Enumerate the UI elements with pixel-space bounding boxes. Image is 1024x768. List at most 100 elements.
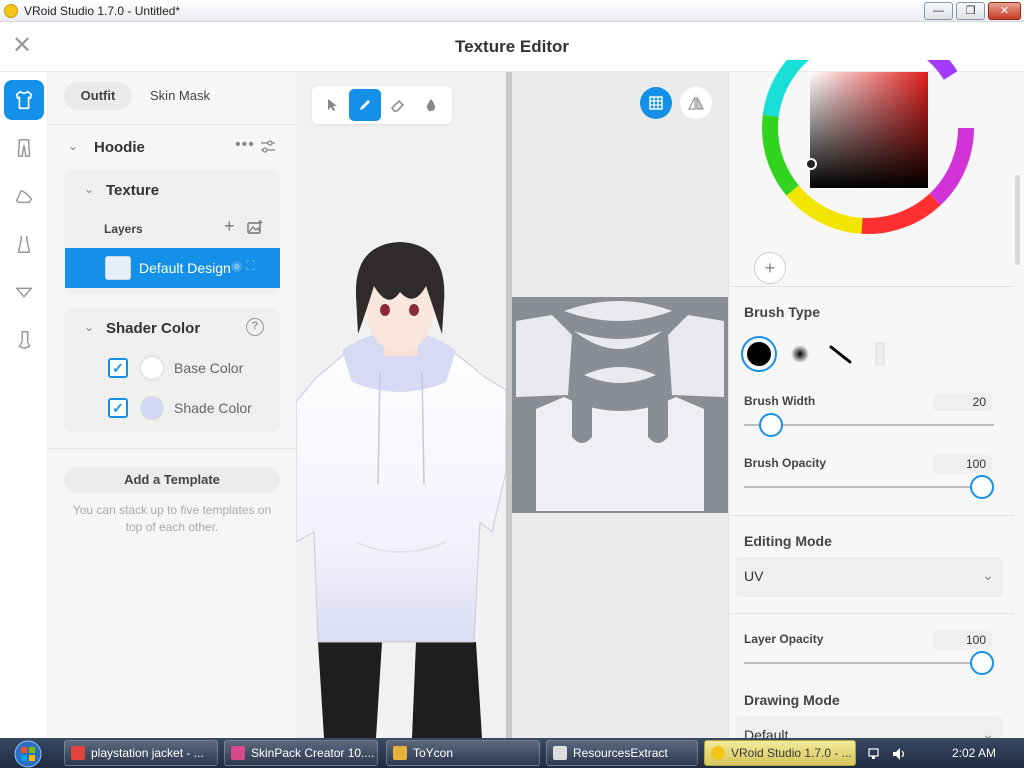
window-titlebar: VRoid Studio 1.7.0 - Untitled* — ❐ ✕ [0,0,1024,22]
cursor-icon [328,99,337,111]
add-template-button[interactable]: Add a Template [64,466,280,494]
layer-opacity-input[interactable]: 100 [934,631,992,649]
chevron-down-icon[interactable]: ⌄ [68,139,78,153]
start-button[interactable] [8,740,48,768]
window-close-button[interactable]: ✕ [988,2,1021,20]
rail-item-shoes[interactable] [4,176,44,216]
chevron-down-icon: ⌄ [982,567,994,583]
shade-color-checkbox[interactable]: ✓ [108,398,128,418]
droplet-icon [426,99,435,112]
brush-line-button[interactable] [822,336,858,372]
brush-hard-button[interactable] [741,336,777,372]
shade-color-swatch[interactable] [140,396,164,420]
tab-outfit[interactable]: Outfit [64,82,132,110]
toycon-icon [393,746,407,760]
resources-icon [553,746,567,760]
color-wheel-picker[interactable] [760,60,980,240]
layers-panel: Outfit Skin Mask ⌄ Hoodie ••• ⌄ Texture … [48,72,296,738]
rail-item-tops[interactable] [4,80,44,120]
select-tool-button[interactable] [316,89,348,121]
rail-item-socks[interactable] [4,320,44,360]
minimize-button[interactable]: — [924,2,953,20]
eraser-icon [391,99,405,112]
vroid-icon [711,746,725,760]
add-color-button[interactable]: + [754,252,786,284]
shade-color-label: Shade Color [174,400,252,416]
help-icon[interactable]: ? [246,318,264,336]
item-header-hoodie[interactable]: ⌄ Hoodie ••• [64,136,284,160]
grid-icon [649,96,663,110]
chevron-down-icon[interactable]: ⌄ [84,320,94,334]
template-note: You can stack up to five templates on to… [72,503,272,534]
base-color-swatch[interactable] [140,356,164,380]
rail-item-accessory[interactable] [4,272,44,312]
add-layer-icon[interactable]: + [224,216,235,237]
uv-texture-image[interactable] [512,297,728,513]
taskbar-item-vroid[interactable]: VRoid Studio 1.7.0 - ... [704,740,856,766]
taskbar-item-label: ResourcesExtract [573,746,668,760]
taskbar-item-skinpack[interactable]: SkinPack Creator 10.... [224,740,378,766]
shader-color-card: ⌄ Shader Color ? ✓ Base Color ✓ Shade Co… [64,308,280,432]
taskbar-item-resourcesextract[interactable]: ResourcesExtract [546,740,698,766]
drawing-mode-value: Default [744,727,789,738]
chevron-down-icon[interactable]: ⌄ [84,182,94,196]
soft-brush-icon [791,345,809,363]
layer-opacity-slider-track[interactable] [744,662,994,664]
brush-soft-button[interactable] [782,336,818,372]
layer-opacity-slider-knob[interactable] [970,651,994,675]
base-color-checkbox[interactable]: ✓ [108,358,128,378]
rail-item-onepiece[interactable] [4,224,44,264]
taskbar-item-label: playstation jacket - ... [91,746,204,760]
rail-item-bottoms[interactable] [4,128,44,168]
brush-width-label: Brush Width [744,394,816,408]
brush-opacity-slider-track[interactable] [744,486,994,488]
volume-icon[interactable] [892,747,906,761]
adjust-sliders-icon[interactable] [260,140,276,154]
line-brush-icon [829,345,852,364]
brush-width-slider-knob[interactable] [759,413,783,437]
tab-skin-mask[interactable]: Skin Mask [144,82,216,110]
brush-custom-button[interactable] [862,336,898,372]
brush-tool-button[interactable] [349,89,381,121]
uv-layout-graphic [516,301,724,511]
drawing-mode-select[interactable]: Default ⌄ [736,716,1002,738]
divider [48,448,296,449]
layers-label: Layers [104,222,143,236]
shoe-icon [15,189,33,204]
import-image-icon[interactable] [247,220,263,234]
visibility-icon[interactable]: ◉ ⛶ [231,258,255,274]
color-picker-handle[interactable] [805,158,817,170]
more-options-icon[interactable]: ••• [235,136,255,154]
maximize-button[interactable]: ❐ [956,2,985,20]
mirror-toggle-button[interactable] [680,87,712,119]
window-title: VRoid Studio 1.7.0 - Untitled* [24,4,181,18]
hard-brush-icon [747,342,771,366]
eraser-tool-button[interactable] [382,89,414,121]
uv-grid-toggle-button[interactable] [640,87,672,119]
skinpack-icon [231,746,245,760]
taskbar-item-label: ToYcon [413,746,454,760]
character-preview-image [296,242,506,738]
base-color-label: Base Color [174,360,244,376]
taskbar-item-toycon[interactable]: ToYcon [386,740,540,766]
accessory-icon [15,287,33,298]
editing-mode-title: Editing Mode [744,533,832,549]
brush-width-input[interactable]: 20 [934,393,992,411]
item-title: Hoodie [94,139,145,156]
fill-tool-button[interactable] [415,89,447,121]
divider [730,613,1014,614]
brush-opacity-slider-knob[interactable] [970,475,994,499]
category-rail [0,72,48,738]
network-icon[interactable] [868,747,882,761]
brush-opacity-input[interactable]: 100 [934,455,992,473]
editing-mode-select[interactable]: UV ⌄ [736,557,1002,597]
panel-scrollbar[interactable] [1015,175,1020,265]
model-viewport[interactable] [296,72,506,738]
drawing-toolbar [312,86,452,124]
dress-icon [17,235,31,253]
layer-item-default-design[interactable]: Default Design ◉ ⛶ [65,248,280,288]
layer-opacity-label: Layer Opacity [744,632,824,646]
divider [48,124,296,125]
taskbar-item-chrome[interactable]: playstation jacket - ... [64,740,218,766]
page-title: Texture Editor [455,37,569,56]
